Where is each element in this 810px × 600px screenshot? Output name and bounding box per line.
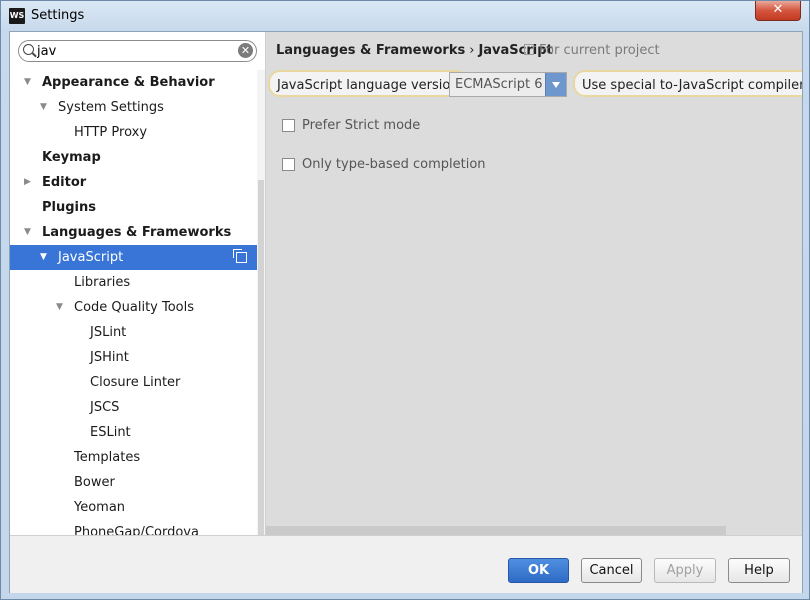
- compiler-option-label[interactable]: Use special to-JavaScript compiler with: [573, 70, 802, 97]
- tree-item-languages-frameworks[interactable]: ▼ Languages & Frameworks: [10, 220, 257, 245]
- tree-item-label: JavaScript: [58, 250, 124, 265]
- tree-item-closure-linter[interactable]: Closure Linter: [10, 370, 257, 395]
- strict-mode-checkbox[interactable]: [282, 119, 295, 132]
- tree-item-jscs[interactable]: JSCS: [10, 395, 257, 420]
- tree-item-eslint[interactable]: ESLint: [10, 420, 257, 445]
- strict-mode-label: Prefer Strict mode: [302, 118, 421, 133]
- tree-item-editor[interactable]: ▶ Editor: [10, 170, 257, 195]
- dialog-button-bar: OK Cancel Apply Help: [10, 535, 802, 593]
- settings-window: WS Settings ✕ ✕ ▼ Appearance & Behavior ▼ S…: [0, 0, 810, 600]
- language-version-value: ECMAScript 6: [455, 77, 543, 92]
- tree-item-bower[interactable]: Bower: [10, 470, 257, 495]
- apply-button[interactable]: Apply: [654, 558, 716, 583]
- project-scope-icon: [524, 44, 534, 55]
- tree-item-label: Libraries: [74, 275, 131, 290]
- tree-item-templates[interactable]: Templates: [10, 445, 257, 470]
- for-current-project-note: For current project: [524, 43, 660, 58]
- expanded-arrow-icon[interactable]: ▼: [40, 95, 50, 120]
- tree-item-label: Languages & Frameworks: [42, 225, 232, 240]
- tree-item-label: Keymap: [42, 150, 101, 165]
- tree-item-phonegap-cordova[interactable]: PhoneGap/Cordova: [10, 520, 257, 535]
- tree-item-label: Closure Linter: [90, 375, 181, 390]
- for-project-label: For current project: [539, 43, 660, 58]
- cancel-button[interactable]: Cancel: [581, 558, 642, 583]
- tree-item-label: HTTP Proxy: [74, 125, 148, 140]
- collapsed-arrow-icon[interactable]: ▶: [24, 170, 34, 195]
- content-horizontal-scrollbar[interactable]: [266, 526, 726, 535]
- tree-item-http-proxy[interactable]: HTTP Proxy: [10, 120, 257, 145]
- tree-item-keymap[interactable]: Keymap: [10, 145, 257, 170]
- project-level-icon: [233, 249, 247, 263]
- tree-scrollbar-thumb[interactable]: [258, 180, 264, 540]
- tree-item-javascript[interactable]: ▼ JavaScript: [10, 245, 257, 270]
- tree-item-system-settings[interactable]: ▼ System Settings: [10, 95, 257, 120]
- breadcrumb: Languages & Frameworks › JavaScript: [276, 43, 553, 58]
- chevron-down-icon[interactable]: [545, 73, 566, 96]
- tree-item-jshint[interactable]: JSHint: [10, 345, 257, 370]
- search-icon: [23, 44, 34, 55]
- tree-item-label: JSLint: [90, 325, 127, 340]
- tree-item-label: Appearance & Behavior: [42, 75, 215, 90]
- tree-item-label: JSCS: [90, 400, 120, 415]
- tree-item-yeoman[interactable]: Yeoman: [10, 495, 257, 520]
- tree-item-label: Editor: [42, 175, 87, 190]
- tree-item-libraries[interactable]: Libraries: [10, 270, 257, 295]
- tree-item-label: Code Quality Tools: [74, 300, 195, 315]
- tree-item-jslint[interactable]: JSLint: [10, 320, 257, 345]
- tree-item-label: PhoneGap/Cordova: [74, 525, 199, 535]
- expanded-arrow-icon[interactable]: ▼: [56, 295, 66, 320]
- tree-item-label: JSHint: [90, 350, 129, 365]
- tree-item-label: Plugins: [42, 200, 96, 215]
- expanded-arrow-icon[interactable]: ▼: [40, 245, 50, 270]
- ok-button[interactable]: OK: [508, 558, 569, 583]
- type-completion-label: Only type-based completion: [302, 157, 486, 172]
- type-completion-checkbox[interactable]: [282, 158, 295, 171]
- tree-item-plugins[interactable]: Plugins: [10, 195, 257, 220]
- expanded-arrow-icon[interactable]: ▼: [24, 70, 34, 95]
- breadcrumb-separator: ›: [469, 43, 475, 58]
- window-title: Settings: [31, 8, 85, 23]
- expanded-arrow-icon[interactable]: ▼: [24, 220, 34, 245]
- language-version-label: JavaScript language version: [268, 70, 468, 97]
- tree-item-label: Templates: [74, 450, 141, 465]
- tree-item-label: ESLint: [90, 425, 131, 440]
- webstorm-app-icon: WS: [9, 8, 25, 24]
- title-bar[interactable]: WS Settings ✕: [1, 1, 809, 31]
- language-version-select[interactable]: ECMAScript 6: [449, 72, 567, 97]
- tree-item-label: Bower: [74, 475, 115, 490]
- close-window-button[interactable]: ✕: [755, 1, 801, 21]
- clear-search-icon[interactable]: ✕: [238, 43, 253, 58]
- dialog-body: ✕ ▼ Appearance & Behavior ▼ System Settings…: [9, 31, 803, 593]
- breadcrumb-parent[interactable]: Languages & Frameworks: [276, 43, 465, 58]
- settings-search[interactable]: ✕: [18, 40, 257, 62]
- tree-scrollbar[interactable]: [257, 70, 265, 540]
- tree-item-label: System Settings: [58, 100, 164, 115]
- settings-tree-panel: ✕ ▼ Appearance & Behavior ▼ System Settings…: [10, 32, 266, 540]
- settings-content-panel: Languages & Frameworks › JavaScript For cu…: [266, 32, 802, 535]
- tree-item-label: Yeoman: [74, 500, 126, 515]
- help-button[interactable]: Help: [728, 558, 790, 583]
- tree-item-code-quality-tools[interactable]: ▼ Code Quality Tools: [10, 295, 257, 320]
- search-input[interactable]: [37, 42, 227, 60]
- tree-item-appearance-behavior[interactable]: ▼ Appearance & Behavior: [10, 70, 257, 95]
- settings-tree: ▼ Appearance & Behavior ▼ System Settings HT…: [10, 70, 257, 535]
